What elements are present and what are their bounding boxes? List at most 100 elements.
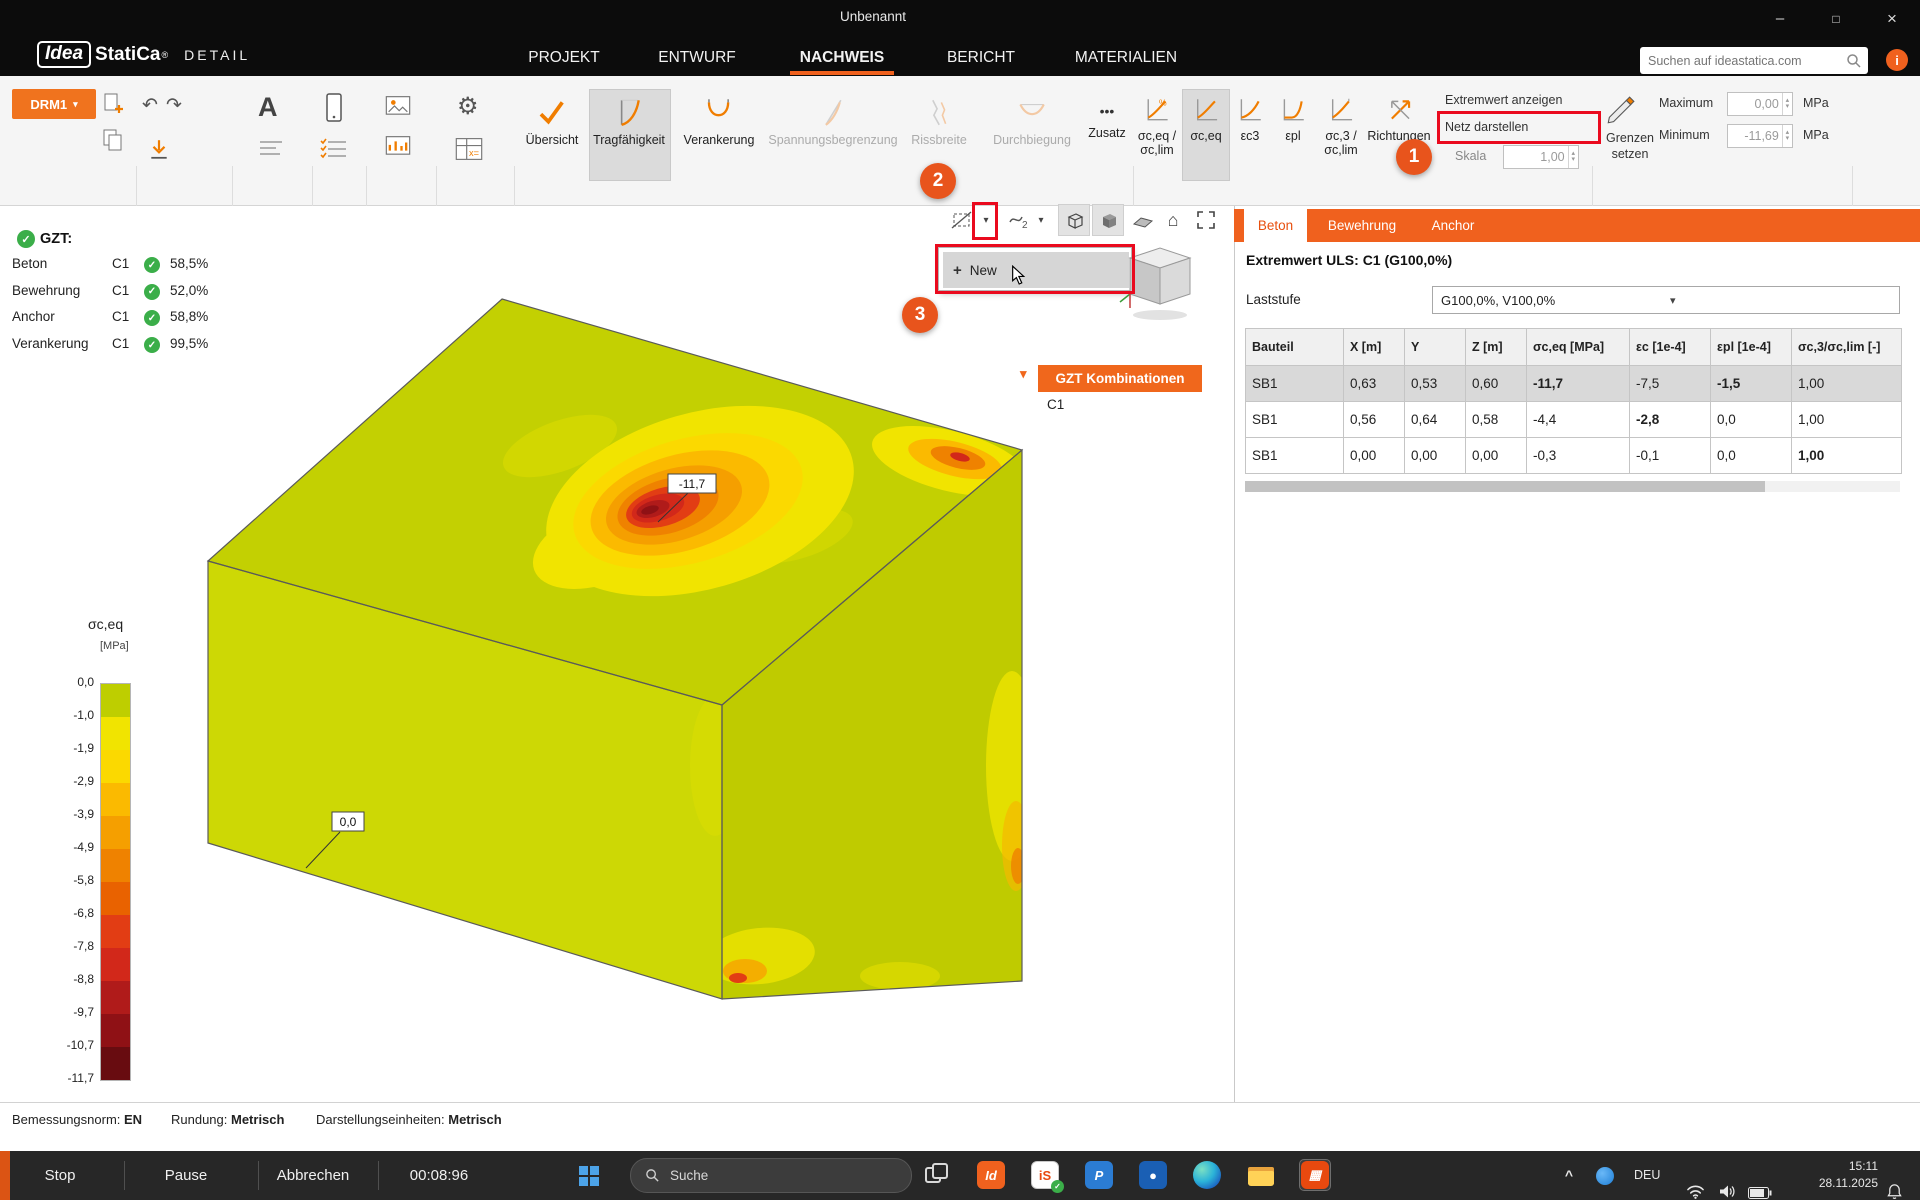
sceq-sclim-button[interactable]: % σc,eq /σc,lim bbox=[1138, 96, 1176, 157]
ec3-button[interactable]: εc3 bbox=[1237, 96, 1263, 143]
info-icon[interactable]: i bbox=[1886, 49, 1908, 71]
tab-beton[interactable]: Beton bbox=[1244, 209, 1307, 242]
richtungen-button[interactable]: Richtungen bbox=[1367, 96, 1430, 143]
pencil-icon[interactable] bbox=[1604, 95, 1636, 127]
tray-clock[interactable]: 15:11 28.11.2025 bbox=[1819, 1158, 1878, 1192]
menu-bericht[interactable]: BERICHT bbox=[941, 44, 1021, 72]
combinations-group-label[interactable]: GZT Kombinationen bbox=[1038, 365, 1202, 392]
verankerung-button[interactable]: Verankerung bbox=[684, 96, 755, 147]
zusatz-button[interactable]: ••• Zusatz bbox=[1088, 96, 1126, 140]
menu-materialien[interactable]: MATERIALIEN bbox=[1066, 44, 1186, 72]
idea-statica-app-icon[interactable]: Id bbox=[975, 1159, 1007, 1191]
section-plane-button[interactable] bbox=[948, 206, 976, 234]
column-header[interactable]: εc [1e-4] bbox=[1630, 329, 1711, 366]
image-icon[interactable] bbox=[384, 94, 412, 118]
task-view-icon[interactable] bbox=[921, 1159, 953, 1191]
file-explorer-icon[interactable] bbox=[1245, 1159, 1277, 1191]
flat-view-button[interactable] bbox=[1130, 206, 1156, 234]
home-view-button[interactable]: ⌂ bbox=[1160, 206, 1186, 234]
edge-browser-icon[interactable] bbox=[1191, 1159, 1223, 1191]
close-button[interactable]: × bbox=[1864, 0, 1920, 37]
tab-anchor[interactable]: Anchor bbox=[1419, 209, 1487, 242]
column-header[interactable]: Bauteil bbox=[1246, 329, 1344, 366]
uebersicht-button[interactable]: Übersicht bbox=[526, 96, 579, 147]
dimension-lines-icon[interactable] bbox=[258, 138, 284, 158]
sceq-button[interactable]: σc,eq bbox=[1190, 96, 1221, 143]
column-header[interactable]: Z [m] bbox=[1466, 329, 1527, 366]
add-position-icon[interactable] bbox=[102, 92, 124, 116]
menu-projekt[interactable]: PROJEKT bbox=[524, 44, 604, 72]
chevron-down-icon[interactable]: ▾ bbox=[1020, 366, 1027, 382]
tragfaehigkeit-button[interactable]: Tragfähigkeit bbox=[593, 96, 665, 147]
epl-button[interactable]: εpl bbox=[1280, 96, 1306, 143]
abort-button[interactable]: Abbrechen bbox=[268, 1151, 358, 1200]
menu-item-new[interactable]: + New bbox=[943, 252, 1129, 288]
table-row[interactable]: SB10,000,000,00-0,3-0,10,01,00 bbox=[1246, 438, 1902, 474]
battery-icon[interactable] bbox=[1748, 1169, 1772, 1200]
scrollbar-thumb[interactable] bbox=[1245, 481, 1765, 492]
tray-expand-icon[interactable]: ^ bbox=[1558, 1151, 1580, 1200]
blue-p-app-icon[interactable]: P bbox=[1083, 1159, 1115, 1191]
blue-app-icon[interactable]: ● bbox=[1137, 1159, 1169, 1191]
grenzen-setzen-button-line2[interactable]: setzen bbox=[1612, 147, 1649, 161]
pause-button[interactable]: Pause bbox=[144, 1151, 228, 1200]
onedrive-icon[interactable] bbox=[1596, 1167, 1614, 1200]
menu-entwurf[interactable]: ENTWURF bbox=[652, 44, 742, 72]
workplane-button[interactable]: 2 bbox=[1006, 206, 1032, 234]
minimize-button[interactable]: – bbox=[1752, 0, 1808, 37]
language-indicator[interactable]: DEU bbox=[1634, 1151, 1660, 1200]
idea-launcher-app-icon[interactable]: iS✓ bbox=[1029, 1159, 1061, 1191]
display-options-icon[interactable] bbox=[320, 138, 348, 160]
table-row[interactable]: SB10,630,530,60-11,7-7,5-1,51,00 bbox=[1246, 366, 1902, 402]
tab-bewehrung[interactable]: Bewehrung bbox=[1307, 209, 1417, 242]
display-device-icon[interactable] bbox=[322, 92, 346, 124]
maximum-value-field[interactable] bbox=[1728, 97, 1782, 111]
import-data-icon[interactable] bbox=[148, 138, 170, 160]
stop-button[interactable]: Stop bbox=[20, 1151, 100, 1200]
windows-start-icon[interactable] bbox=[578, 1165, 600, 1187]
copy-position-icon[interactable] bbox=[102, 128, 124, 152]
solid-view-button[interactable] bbox=[1092, 204, 1124, 236]
minimum-input[interactable]: ▴▾ bbox=[1727, 124, 1793, 148]
table-scrollbar[interactable] bbox=[1245, 481, 1900, 492]
wireframe-view-button[interactable] bbox=[1058, 204, 1090, 236]
redo-icon[interactable]: ↷ bbox=[166, 94, 182, 117]
spinner-icon[interactable]: ▴▾ bbox=[1782, 125, 1792, 147]
minimum-value-field[interactable] bbox=[1728, 129, 1782, 143]
column-header[interactable]: σc,3/σc,lim [-] bbox=[1792, 329, 1902, 366]
menu-nachweis[interactable]: NACHWEIS bbox=[790, 44, 894, 72]
spinner-icon[interactable]: ▴▾ bbox=[1782, 93, 1792, 115]
workplane-dropdown[interactable]: ▾ bbox=[1032, 206, 1050, 234]
undo-icon[interactable]: ↶ bbox=[142, 94, 158, 117]
skala-value-field[interactable] bbox=[1504, 150, 1568, 164]
column-header[interactable]: σc,eq [MPa] bbox=[1527, 329, 1630, 366]
column-header[interactable]: X [m] bbox=[1344, 329, 1405, 366]
maximum-input[interactable]: ▴▾ bbox=[1727, 92, 1793, 116]
column-header[interactable]: εpl [1e-4] bbox=[1711, 329, 1792, 366]
spinner-icon[interactable]: ▴▾ bbox=[1568, 146, 1578, 168]
maximize-button[interactable]: □ bbox=[1808, 0, 1864, 37]
labels-icon[interactable]: A bbox=[258, 92, 278, 123]
netz-darstellen-toggle[interactable]: Netz darstellen bbox=[1445, 120, 1528, 134]
idea-detail-app-icon[interactable]: ▦ bbox=[1299, 1159, 1331, 1191]
combination-item[interactable]: C1 bbox=[1047, 397, 1064, 412]
sc3-sclim-button[interactable]: σc,3 /σc,lim bbox=[1324, 96, 1357, 157]
header-search[interactable] bbox=[1640, 47, 1868, 74]
header-search-input[interactable] bbox=[1640, 54, 1846, 68]
column-header[interactable]: Y bbox=[1405, 329, 1466, 366]
gear-icon[interactable]: ⚙ bbox=[457, 92, 479, 121]
taskbar-search[interactable]: Suche bbox=[630, 1158, 912, 1193]
notification-bell-icon[interactable] bbox=[1886, 1167, 1903, 1200]
zoom-fit-button[interactable] bbox=[1192, 206, 1220, 234]
volume-icon[interactable] bbox=[1718, 1167, 1736, 1200]
section-plane-dropdown[interactable]: ▾ bbox=[976, 206, 996, 234]
laststufe-dropdown[interactable]: G100,0%, V100,0% ▾ bbox=[1432, 286, 1900, 314]
grenzen-setzen-button[interactable]: Grenzen bbox=[1606, 131, 1654, 145]
table-row[interactable]: SB10,560,640,58-4,4-2,80,01,00 bbox=[1246, 402, 1902, 438]
project-position-dropdown[interactable]: DRM1▾ bbox=[12, 89, 96, 119]
chart-image-icon[interactable] bbox=[384, 134, 412, 158]
extremwert-anzeigen-toggle[interactable]: Extremwert anzeigen bbox=[1445, 93, 1562, 107]
calculation-icon[interactable]: x= bbox=[454, 136, 484, 162]
wifi-icon[interactable] bbox=[1686, 1167, 1705, 1200]
navigation-cube[interactable] bbox=[1118, 242, 1202, 326]
